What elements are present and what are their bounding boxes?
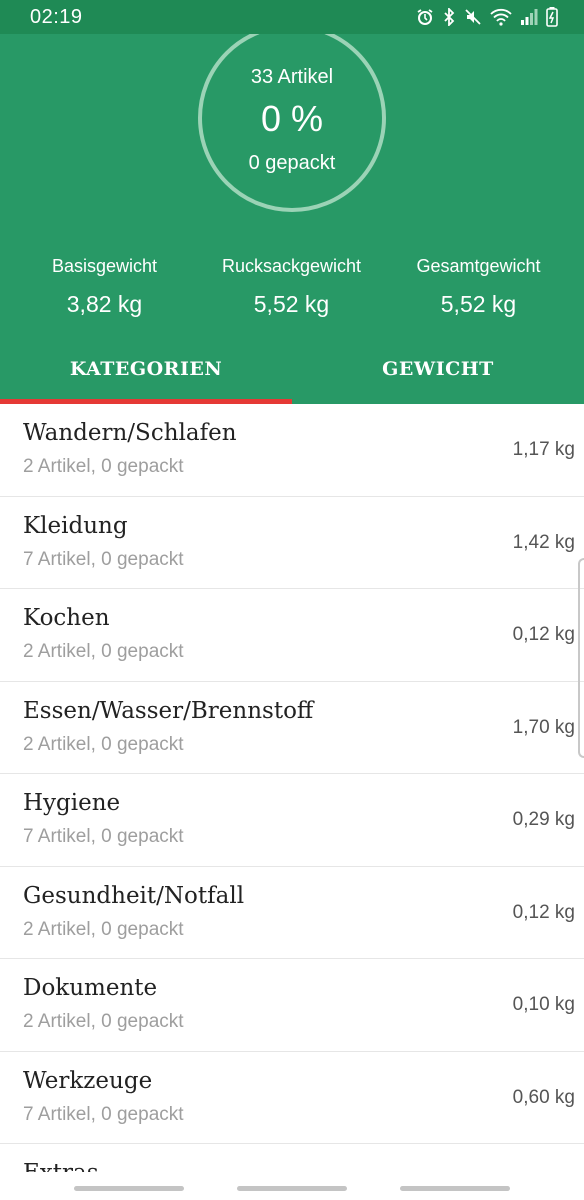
category-title: Hygiene	[23, 790, 121, 816]
total-weight-value: 5,52 kg	[440, 291, 517, 317]
category-weight: 1,17 kg	[512, 439, 575, 460]
category-weight: 1,42 kg	[512, 531, 575, 553]
list-item[interactable]: Essen/Wasser/Brennstoff 2 Artikel, 0 gep…	[0, 681, 584, 774]
category-weight: 0,29 kg	[512, 809, 575, 830]
status-bar: 02:19	[0, 0, 584, 34]
status-icons	[416, 7, 558, 27]
category-subtitle: 7 Artikel, 0 gepackt	[23, 1103, 184, 1125]
category-weight: 0,12 kg	[512, 624, 575, 645]
category-weight: 0,12 kg	[512, 901, 575, 923]
backpack-weight-label: Rucksackgewicht	[221, 256, 362, 276]
backpack-weight-value: 5,52 kg	[253, 291, 330, 317]
list-item[interactable]: Wandern/Schlafen 2 Artikel, 0 gepackt 1,…	[0, 404, 584, 497]
category-subtitle: 2 Artikel, 0 gepackt	[23, 918, 184, 940]
progress-ring: 33 Artikel 0 % 0 gepackt	[196, 34, 388, 214]
category-title: Kochen	[23, 605, 110, 631]
base-weight-label: Basisgewicht	[51, 256, 158, 276]
category-weight: 0,60 kg	[512, 1086, 575, 1108]
category-weight: 1,70 kg	[512, 716, 575, 738]
category-title: Kleidung	[23, 512, 128, 539]
category-subtitle: 2 Artikel, 0 gepackt	[23, 1011, 184, 1032]
recents-button[interactable]	[74, 1186, 184, 1191]
wifi-icon	[490, 8, 512, 26]
category-subtitle: 2 Artikel, 0 gepackt	[23, 733, 184, 755]
backpack-weight: Rucksackgewicht 5,52 kg	[194, 256, 389, 318]
category-subtitle: 7 Artikel, 0 gepackt	[23, 548, 184, 570]
signal-icon	[520, 8, 538, 26]
alarm-icon	[416, 8, 434, 26]
list-item[interactable]: Gesundheit/Notfall 2 Artikel, 0 gepackt …	[0, 866, 584, 959]
item-count: 33 Artikel	[250, 66, 334, 88]
total-weight-label: Gesamtgewicht	[416, 256, 541, 276]
navigation-bar	[0, 1172, 584, 1200]
edge-panel-handle[interactable]	[578, 558, 584, 758]
packed-percent: 0 %	[260, 98, 324, 139]
tab-categories[interactable]: KATEGORIEN	[0, 352, 292, 404]
packed-count: 0 gepackt	[248, 152, 336, 174]
list-item[interactable]: Hygiene 7 Artikel, 0 gepackt 0,29 kg	[0, 774, 584, 867]
category-subtitle: 2 Artikel, 0 gepackt	[23, 641, 184, 662]
tab-bar: KATEGORIEN GEWICHT	[0, 352, 584, 404]
category-title: Werkzeuge	[23, 1067, 153, 1094]
total-weight: Gesamtgewicht 5,52 kg	[381, 256, 576, 318]
home-button[interactable]	[237, 1186, 347, 1191]
list-item[interactable]: Kochen 2 Artikel, 0 gepackt 0,12 kg	[0, 589, 584, 682]
summary-header: 33 Artikel 0 % 0 gepackt Basisgewicht 3,…	[0, 34, 584, 404]
category-title: Gesundheit/Notfall	[23, 882, 245, 909]
base-weight-value: 3,82 kg	[66, 291, 143, 317]
list-item[interactable]: Kleidung 7 Artikel, 0 gepackt 1,42 kg	[0, 496, 584, 589]
category-subtitle: 7 Artikel, 0 gepackt	[23, 826, 184, 847]
category-list: Wandern/Schlafen 2 Artikel, 0 gepackt 1,…	[0, 404, 584, 1200]
category-weight: 0,10 kg	[512, 994, 575, 1015]
category-subtitle: 2 Artikel, 0 gepackt	[23, 456, 184, 477]
list-item[interactable]: Dokumente 2 Artikel, 0 gepackt 0,10 kg	[0, 959, 584, 1052]
bluetooth-icon	[442, 8, 456, 26]
mute-icon	[464, 8, 482, 26]
category-title: Essen/Wasser/Brennstoff	[23, 697, 314, 724]
back-button[interactable]	[400, 1186, 510, 1191]
category-title: Dokumente	[23, 975, 158, 1001]
base-weight: Basisgewicht 3,82 kg	[7, 256, 202, 318]
tab-weight[interactable]: GEWICHT	[292, 352, 584, 404]
status-time: 02:19	[30, 5, 83, 28]
battery-icon	[546, 7, 558, 27]
category-title: Wandern/Schlafen	[23, 420, 237, 446]
list-item[interactable]: Werkzeuge 7 Artikel, 0 gepackt 0,60 kg	[0, 1051, 584, 1144]
